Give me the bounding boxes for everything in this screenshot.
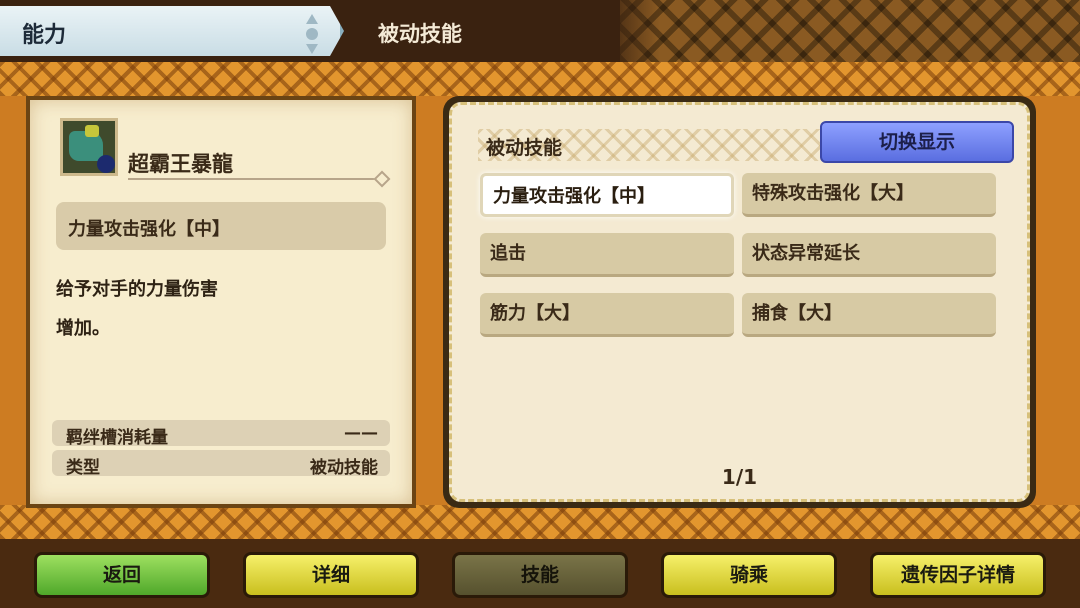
info-value: 被动技能 xyxy=(310,458,378,478)
top-bar-fade xyxy=(600,0,660,62)
skill-detail-panel: 超霸王暴龍 力量攻击强化【中】 给予对手的力量伤害 增加。 羁绊槽消耗量 —— … xyxy=(26,96,416,508)
description-line: 增加。 xyxy=(56,318,110,339)
skill-button[interactable]: 筋力【大】 xyxy=(480,293,734,337)
back-button[interactable]: 返回 xyxy=(34,552,210,598)
skill-list-inner: 被动技能 切换显示 力量攻击强化【中】 特殊攻击强化【大】 追击 状态异常延长 … xyxy=(449,102,1030,502)
info-row-gauge-cost: 羁绊槽消耗量 —— xyxy=(52,420,390,448)
category-switch-arrows-icon[interactable] xyxy=(302,14,322,54)
decorative-band-bottom xyxy=(0,505,1080,539)
skill-button[interactable]: 追击 xyxy=(480,233,734,277)
arrow-down-icon xyxy=(306,44,318,54)
name-divider xyxy=(128,178,380,180)
skill-button[interactable]: 捕食【大】 xyxy=(742,293,996,337)
description-line: 给予对手的力量伤害 xyxy=(56,279,218,300)
info-row-type: 类型 被动技能 xyxy=(52,450,390,478)
monster-name: 超霸王暴龍 xyxy=(128,152,233,176)
detail-button[interactable]: 详细 xyxy=(243,552,419,598)
arrow-up-icon xyxy=(306,14,318,24)
page-indicator: 1/1 xyxy=(721,465,758,489)
selected-skill-name: 力量攻击强化【中】 xyxy=(68,219,230,240)
monster-portrait-icon xyxy=(60,118,118,176)
switch-display-button[interactable]: 切换显示 xyxy=(820,121,1014,163)
skill-list-title: 被动技能 xyxy=(486,137,563,159)
portrait-crest xyxy=(85,125,99,137)
skill-description: 给予对手的力量伤害 增加。 xyxy=(56,270,376,348)
divider-diamond-icon xyxy=(373,170,391,188)
info-label: 类型 xyxy=(66,458,100,478)
category-tab[interactable]: 能力 xyxy=(0,6,344,56)
portrait-element-mark xyxy=(97,155,115,173)
decorative-band-top xyxy=(0,62,1080,99)
ride-button[interactable]: 骑乘 xyxy=(661,552,837,598)
dot-icon xyxy=(306,28,318,40)
top-bar-pattern xyxy=(620,0,1080,62)
category-tab-label: 能力 xyxy=(22,23,67,48)
skill-button[interactable]: 力量攻击强化【中】 xyxy=(480,173,734,217)
skill-button[interactable]: 特殊攻击强化【大】 xyxy=(742,173,996,217)
page-title: 被动技能 xyxy=(378,22,462,46)
info-value: —— xyxy=(344,423,378,443)
gene-details-button[interactable]: 遗传因子详情 xyxy=(870,552,1046,598)
info-label: 羁绊槽消耗量 xyxy=(66,428,168,448)
selected-skill-box: 力量攻击强化【中】 xyxy=(56,202,386,250)
skill-list-panel: 被动技能 切换显示 力量攻击强化【中】 特殊攻击强化【大】 追击 状态异常延长 … xyxy=(443,96,1036,508)
skill-button[interactable]: 状态异常延长 xyxy=(742,233,996,277)
skill-tab-button[interactable]: 技能 xyxy=(452,552,628,598)
